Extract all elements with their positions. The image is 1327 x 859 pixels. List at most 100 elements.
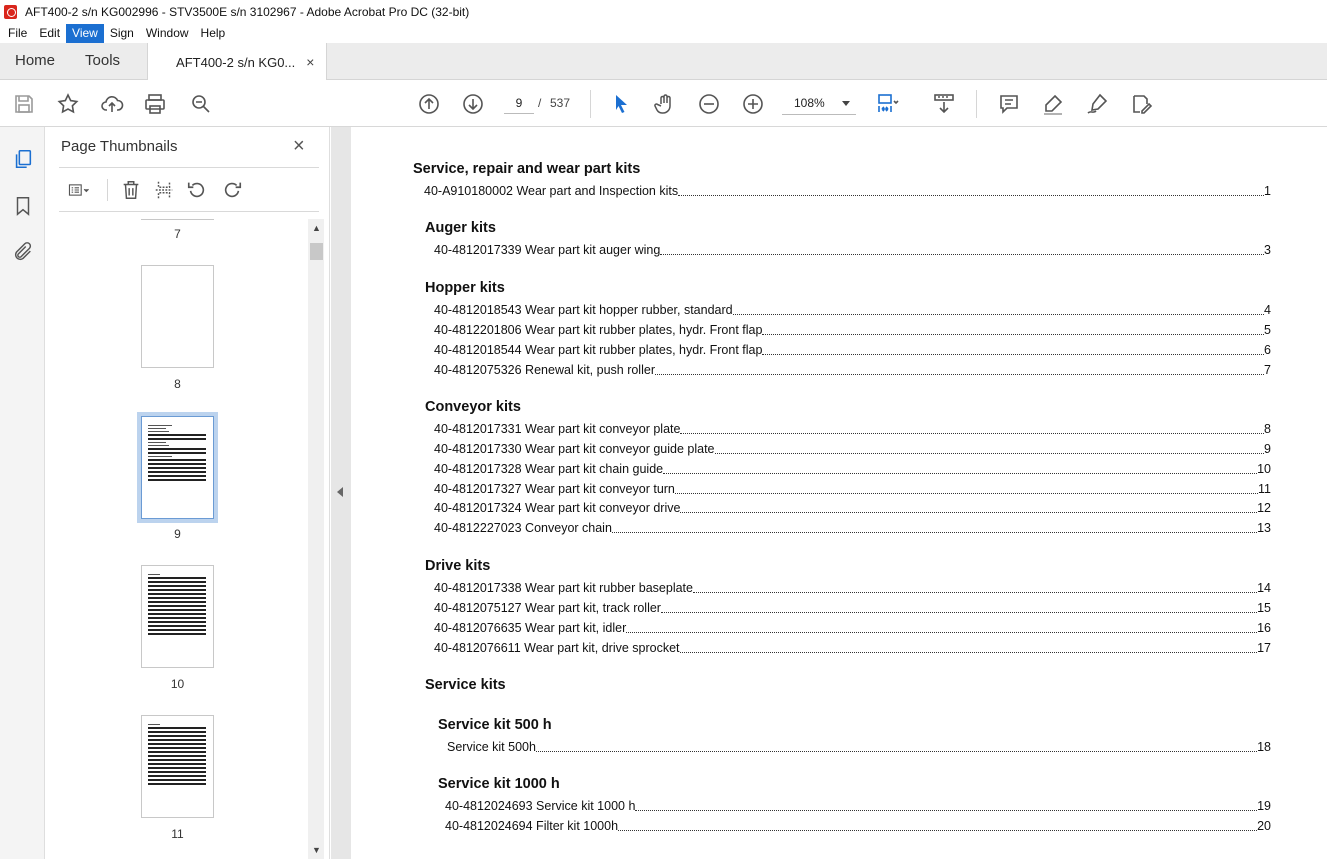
toc-dot-leader <box>660 254 1265 255</box>
toc-dot-leader <box>535 751 1258 752</box>
next-page-icon[interactable] <box>460 91 486 117</box>
toc-entry-link[interactable]: 40-4812201806 Wear part kit rubber plate… <box>434 321 1271 337</box>
page-thumbnails-icon[interactable] <box>10 146 36 172</box>
toc-dot-leader <box>654 373 1265 375</box>
page-thumbnail-11[interactable] <box>141 715 214 818</box>
toc-page-number: 16 <box>1257 620 1271 635</box>
toc-section-heading: Conveyor kits <box>425 399 521 415</box>
attachments-paperclip-icon[interactable] <box>10 239 36 265</box>
delete-page-icon[interactable] <box>119 178 143 202</box>
toc-entry-link[interactable]: 40-4812076611 Wear part kit, drive sproc… <box>434 639 1271 655</box>
draw-sign-icon[interactable] <box>1084 91 1110 117</box>
page-number-input[interactable]: 9 <box>504 94 534 114</box>
menu-edit[interactable]: Edit <box>33 24 66 43</box>
toc-page-number: 14 <box>1257 581 1271 595</box>
toc-dot-leader <box>663 472 1258 474</box>
toc-entry-title: 40-4812017324 Wear part kit conveyor dri… <box>434 501 681 516</box>
thumbnail-label-9: 9 <box>174 527 181 541</box>
menu-sign[interactable]: Sign <box>104 24 140 43</box>
extract-page-icon[interactable] <box>152 178 176 202</box>
toc-page-number: 11 <box>1258 481 1271 496</box>
toc-entry-link[interactable]: 40-4812017328 Wear part kit chain guide 1… <box>434 460 1271 476</box>
toc-entry-link[interactable]: 40-4812076635 Wear part kit, idler 16 <box>434 619 1271 635</box>
toc-page-number: 20 <box>1257 818 1271 833</box>
page-count: 537 <box>550 96 571 110</box>
toc-section-heading: Auger kits <box>425 220 496 236</box>
select-cursor-icon[interactable] <box>608 91 634 117</box>
toc-entry-link[interactable]: 40-4812017330 Wear part kit conveyor gui… <box>434 440 1271 456</box>
hand-tool-icon[interactable] <box>652 91 678 117</box>
scroll-up-arrow-icon[interactable]: ▲ <box>312 223 321 233</box>
bookmark-star-icon[interactable] <box>55 91 81 117</box>
toc-dot-leader <box>635 810 1258 811</box>
toc-dot-leader <box>732 314 1265 315</box>
thumbnail-scrollbar[interactable]: ▲ ▼ <box>308 219 324 859</box>
toc-entry-link[interactable]: 40-4812017324 Wear part kit conveyor dri… <box>434 499 1271 515</box>
toc-entry-link[interactable]: 40-4812017327 Wear part kit conveyor tur… <box>434 480 1271 496</box>
toc-entry-link[interactable]: 40-4812227023 Conveyor chain 13 <box>434 519 1271 535</box>
collapse-panel-arrow-icon[interactable] <box>337 487 343 497</box>
toc-entry-link[interactable]: 40-A910180002 Wear part and Inspection k… <box>424 182 1271 198</box>
toc-entry-title: 40-4812075326 Renewal kit, push roller <box>434 362 655 377</box>
toc-entry-link[interactable]: 40-4812075127 Wear part kit, track rolle… <box>434 599 1271 615</box>
toc-page-number: 3 <box>1264 243 1271 257</box>
menu-view[interactable]: View <box>66 23 104 43</box>
toc-entry-title: 40-4812017338 Wear part kit rubber basep… <box>434 581 693 595</box>
toc-entry-link[interactable]: Service kit 500h 18 <box>447 738 1271 754</box>
tab-home[interactable]: Home <box>0 43 70 79</box>
page-thumbnail-9[interactable] <box>137 412 218 523</box>
panel-toolbar-divider <box>107 179 108 201</box>
rotate-clockwise-icon[interactable] <box>220 178 244 202</box>
fit-page-icon[interactable] <box>874 91 900 117</box>
toc-entry-link[interactable]: 40-4812024693 Service kit 1000 h 19 <box>445 797 1271 813</box>
toc-page-number: 18 <box>1257 740 1271 754</box>
toc-entry-title: 40-4812201806 Wear part kit rubber plate… <box>434 322 763 337</box>
acrobat-logo-icon <box>4 4 17 19</box>
toc-entry-link[interactable]: 40-4812017338 Wear part kit rubber basep… <box>434 579 1271 595</box>
menu-file[interactable]: File <box>2 24 33 43</box>
previous-page-icon[interactable] <box>416 91 442 117</box>
fill-sign-icon[interactable] <box>1128 91 1154 117</box>
toc-entry-link[interactable]: 40-4812018544 Wear part kit rubber plate… <box>434 341 1271 357</box>
page-thumbnail-10[interactable] <box>141 565 214 668</box>
scrollbar-thumb[interactable] <box>310 243 323 260</box>
toc-page-number: 17 <box>1257 640 1271 655</box>
close-panel-icon[interactable]: × <box>293 135 305 158</box>
bookmarks-icon[interactable] <box>10 193 36 219</box>
title-bar: AFT400-2 s/n KG002996 - STV3500E s/n 310… <box>0 0 1327 23</box>
thumbnail-options-menu[interactable] <box>61 178 97 202</box>
zoom-search-icon[interactable] <box>188 91 214 117</box>
page-thumbnail-8[interactable] <box>141 265 214 368</box>
toc-entry-link[interactable]: 40-4812017331 Wear part kit conveyor pla… <box>434 420 1271 436</box>
thumbnail-label-11: 11 <box>171 827 184 841</box>
toc-entry-link[interactable]: 40-4812017339 Wear part kit auger wing 3 <box>434 241 1271 257</box>
tab-bar: Home Tools AFT400-2 s/n KG0... × <box>0 43 1327 81</box>
document-view[interactable]: Service, repair and wear part kits 40-A91… <box>351 127 1327 859</box>
save-icon[interactable] <box>11 91 37 117</box>
menu-help[interactable]: Help <box>195 24 232 43</box>
panel-collapse-gutter[interactable] <box>331 127 351 859</box>
scroll-mode-icon[interactable] <box>931 91 957 117</box>
tab-tools[interactable]: Tools <box>70 43 135 79</box>
print-icon[interactable] <box>142 91 168 117</box>
zoom-in-icon[interactable] <box>740 91 766 117</box>
page-thumbnails-panel: Page Thumbnails × 7 8 9 10 11 ▲ ▼ <box>45 127 330 859</box>
upload-cloud-icon[interactable] <box>99 91 125 117</box>
toc-entry-link[interactable]: 40-4812024694 Filter kit 1000h 20 <box>445 817 1271 833</box>
zoom-level-select[interactable]: 108% <box>782 93 856 115</box>
toc-entry-link[interactable]: 40-4812018543 Wear part kit hopper rubbe… <box>434 301 1271 317</box>
close-tab-icon[interactable]: × <box>306 54 314 70</box>
toc-section-heading: Service kits <box>425 677 506 693</box>
toc-entry-title: 40-4812076635 Wear part kit, idler <box>434 620 627 635</box>
rotate-counterclockwise-icon[interactable] <box>185 178 209 202</box>
tab-document[interactable]: AFT400-2 s/n KG0... × <box>147 43 328 81</box>
toc-section-heading: Hopper kits <box>425 280 505 296</box>
menu-window[interactable]: Window <box>140 24 195 43</box>
comment-icon[interactable] <box>996 91 1022 117</box>
toc-entry-link[interactable]: 40-4812075326 Renewal kit, push roller 7 <box>434 361 1271 377</box>
zoom-out-icon[interactable] <box>696 91 722 117</box>
toc-page-number: 4 <box>1264 303 1271 317</box>
toc-page-number: 1 <box>1264 184 1271 198</box>
scroll-down-arrow-icon[interactable]: ▼ <box>312 845 321 855</box>
highlight-pen-icon[interactable] <box>1040 91 1066 117</box>
